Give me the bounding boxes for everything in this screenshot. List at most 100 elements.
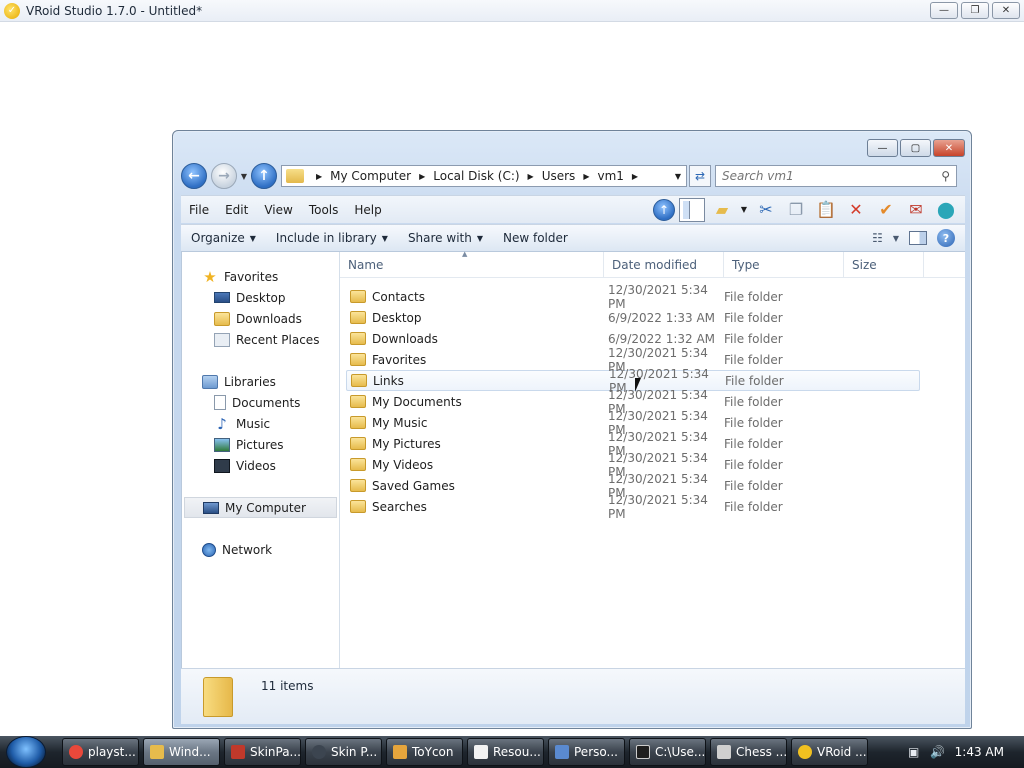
explorer-close-button[interactable]: ✕ (933, 139, 965, 157)
command-bar-right: ☷ ▼ ? (872, 229, 965, 247)
toolbar-folder-options-icon[interactable]: ▰ (709, 198, 735, 222)
new-folder-button[interactable]: New folder (493, 231, 578, 245)
start-button[interactable] (6, 736, 46, 768)
file-row-desktop[interactable]: Desktop 6/9/2022 1:33 AM File folder (346, 307, 920, 328)
desktop-icon (214, 292, 230, 303)
nav-documents[interactable]: Documents (182, 392, 339, 413)
folder-icon (350, 353, 366, 366)
folder-icon (350, 290, 366, 303)
task-vroid[interactable]: VRoid ... (791, 738, 868, 766)
nav-favorites[interactable]: ★ Favorites (182, 266, 339, 287)
app-minimize-button[interactable]: — (930, 2, 958, 19)
toolbar-pane-icon[interactable] (679, 197, 705, 222)
address-bar[interactable]: ▶ My Computer ▶ Local Disk (C:) ▶ Users ▶ v… (281, 165, 687, 187)
explorer-maximize-button[interactable]: ▢ (900, 139, 931, 157)
view-dropdown-icon[interactable]: ▼ (893, 234, 899, 243)
toolbar-cut-icon[interactable]: ✂ (753, 198, 779, 222)
menu-edit[interactable]: Edit (217, 203, 256, 217)
refresh-button[interactable]: ⇄ (689, 165, 711, 187)
back-button[interactable]: ← (181, 163, 207, 189)
task-playstation[interactable]: playst... (62, 738, 139, 766)
folder-icon (350, 332, 366, 345)
column-type[interactable]: Type (724, 251, 844, 278)
vroid-logo-icon: ✓ (4, 2, 20, 19)
folder-icon (351, 374, 367, 387)
chess-icon (717, 745, 731, 759)
address-dropdown-icon[interactable]: ▼ (670, 172, 686, 181)
menu-bar: File Edit View Tools Help ↑ ▰ ▼ ✂ ❐ 📋 ✕ … (181, 195, 965, 223)
star-icon: ★ (203, 267, 217, 286)
nav-recent-places[interactable]: Recent Places (182, 329, 339, 350)
resource-icon (474, 745, 488, 759)
folder-icon (350, 437, 366, 450)
app-window-controls: — ❐ ✕ (930, 2, 1020, 19)
breadcrumb-users[interactable]: Users ▶ (542, 169, 598, 183)
task-toycon[interactable]: ToYcon (386, 738, 463, 766)
toolbar-up-icon[interactable]: ↑ (653, 198, 675, 221)
breadcrumb-root-arrow[interactable]: ▶ (308, 172, 330, 181)
network-tray-icon[interactable]: ▣ (907, 745, 921, 759)
nav-libraries[interactable]: Libraries (182, 371, 339, 392)
volume-icon[interactable]: 🔊 (930, 745, 945, 759)
share-with-button[interactable]: Share with ▼ (398, 231, 493, 245)
nav-desktop[interactable]: Desktop (182, 287, 339, 308)
toolbar-paste-icon[interactable]: 📋 (813, 198, 839, 222)
pictures-icon (214, 437, 230, 452)
file-row-contacts[interactable]: Contacts 12/30/2021 5:34 PM File folder (346, 283, 920, 311)
7zip-icon (636, 745, 650, 759)
toolbar-network-icon[interactable]: ⬤ (933, 198, 959, 222)
search-input[interactable] (722, 169, 942, 183)
include-in-library-button[interactable]: Include in library ▼ (266, 231, 398, 245)
task-windows-explorer[interactable]: Wind... (143, 738, 220, 766)
nav-music[interactable]: ♪ Music (182, 413, 339, 434)
toolbar-delete-icon[interactable]: ✕ (843, 198, 869, 222)
preview-pane-icon[interactable] (909, 231, 927, 245)
menu-view[interactable]: View (256, 203, 300, 217)
forward-button[interactable]: → (211, 163, 237, 189)
organize-button[interactable]: Organize ▼ (181, 231, 266, 245)
vroid-icon (798, 745, 812, 759)
breadcrumb-vm1[interactable]: vm1 ▶ (597, 169, 646, 183)
task-personalization[interactable]: Perso... (548, 738, 625, 766)
app-close-button[interactable]: ✕ (992, 2, 1020, 19)
up-button[interactable]: ↑ (251, 163, 277, 189)
chrome-icon (69, 745, 83, 759)
nav-network[interactable]: Network (182, 539, 339, 560)
column-name[interactable]: Name ▲ (340, 250, 604, 278)
breadcrumb-my-computer[interactable]: My Computer ▶ (330, 169, 433, 183)
search-box[interactable]: ⚲ (715, 165, 957, 187)
toolbar-icons: ↑ ▰ ▼ ✂ ❐ 📋 ✕ ✔ ✉ ⬤ (653, 197, 965, 222)
column-size[interactable]: Size (844, 251, 924, 278)
system-tray: ▣ 🔊 1:43 AM (907, 745, 1024, 759)
nav-downloads[interactable]: Downloads (182, 308, 339, 329)
toolbar-email-icon[interactable]: ✉ (903, 198, 929, 222)
app-maximize-button[interactable]: ❐ (961, 2, 989, 19)
nav-videos[interactable]: Videos (182, 455, 339, 476)
toolbar-dropdown-icon[interactable]: ▼ (739, 198, 749, 222)
change-view-icon[interactable]: ☷ (872, 231, 883, 245)
nav-pictures[interactable]: Pictures (182, 434, 339, 455)
menu-tools[interactable]: Tools (301, 203, 347, 217)
nav-my-computer[interactable]: My Computer (184, 497, 337, 518)
toolbar-properties-icon[interactable]: ✔ (873, 198, 899, 222)
explorer-minimize-button[interactable]: — (867, 139, 898, 157)
toolbar-copy-icon[interactable]: ❐ (783, 198, 809, 222)
recent-pages-dropdown[interactable]: ▼ (239, 172, 249, 181)
menu-file[interactable]: File (181, 203, 217, 217)
search-icon[interactable]: ⚲ (941, 169, 950, 183)
menu-help[interactable]: Help (346, 203, 389, 217)
app-titlebar: ✓ VRoid Studio 1.7.0 - Untitled* — ❐ ✕ (0, 0, 1024, 22)
libraries-icon (202, 374, 218, 389)
clock[interactable]: 1:43 AM (955, 745, 1004, 759)
help-icon[interactable]: ? (937, 229, 955, 247)
task-skin-pack[interactable]: Skin P... (305, 738, 382, 766)
breadcrumb-local-disk[interactable]: Local Disk (C:) ▶ (433, 169, 541, 183)
column-date-modified[interactable]: Date modified (604, 251, 724, 278)
file-row-searches[interactable]: Searches 12/30/2021 5:34 PM File folder (346, 493, 920, 521)
task-resource[interactable]: Resou... (467, 738, 544, 766)
personalization-icon (555, 745, 569, 759)
task-skinpack[interactable]: SkinPa... (224, 738, 301, 766)
task-chess[interactable]: Chess ... (710, 738, 787, 766)
task-7zip[interactable]: C:\Use... (629, 738, 706, 766)
toycon-icon (393, 745, 407, 759)
